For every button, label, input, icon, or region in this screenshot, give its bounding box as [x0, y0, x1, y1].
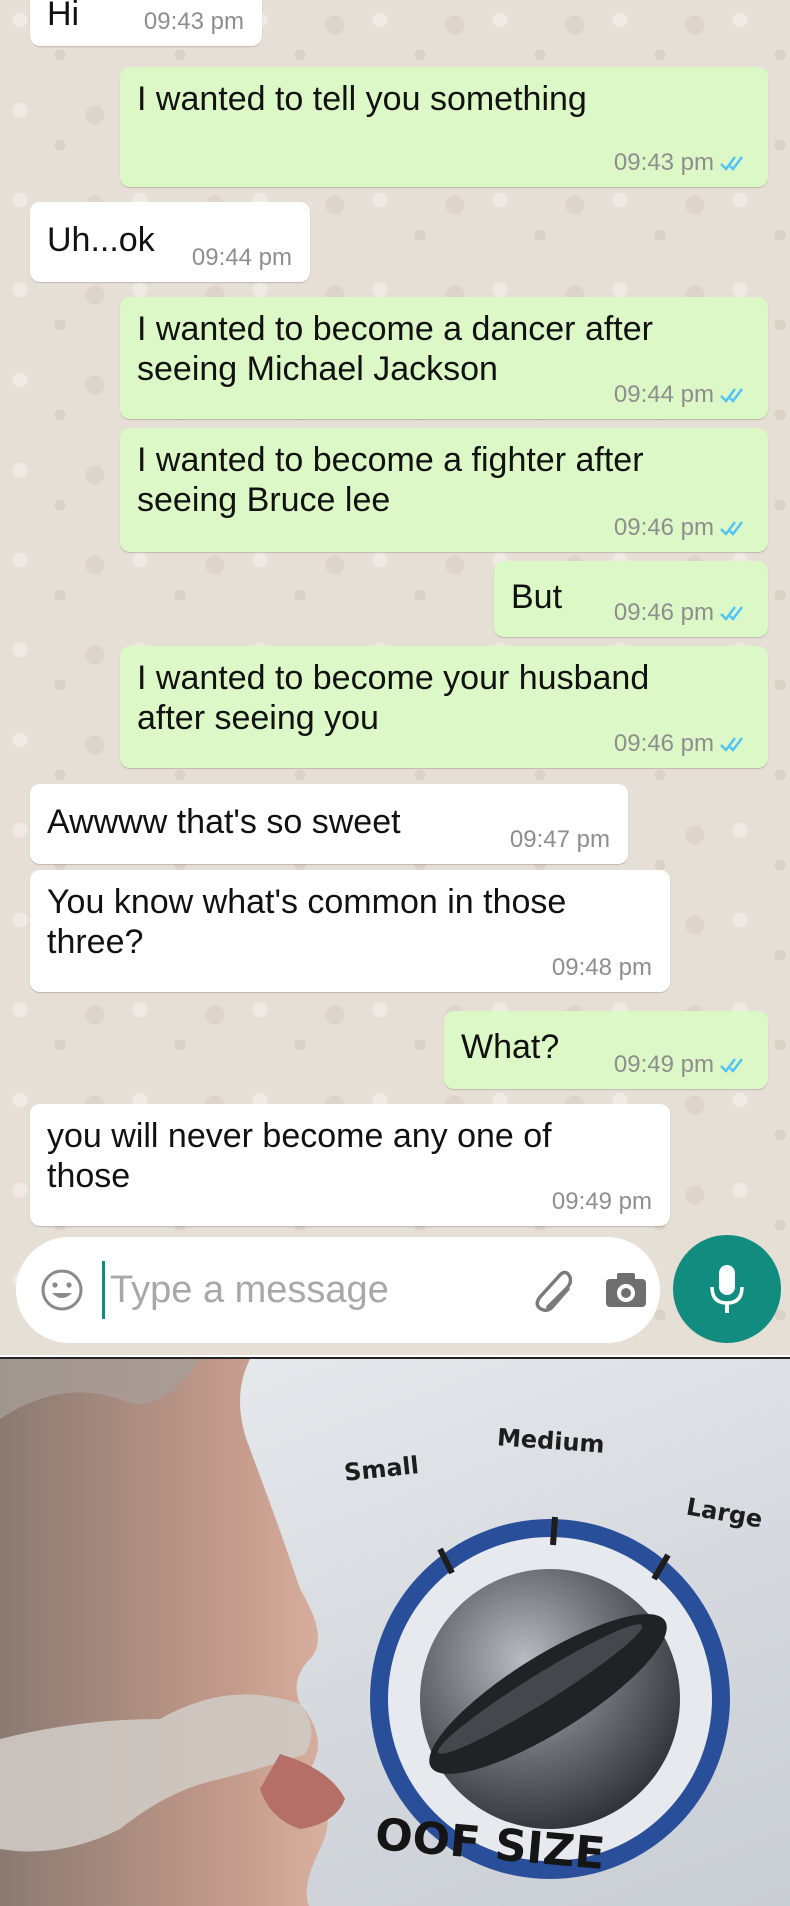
paperclip-icon[interactable] [526, 1265, 572, 1315]
chat-screen: Hi 09:43 pm I wanted to tell you somethi… [0, 0, 790, 1355]
message-bubble-outgoing[interactable]: I wanted to become a dancer after seeing… [120, 297, 768, 419]
message-bubble-incoming[interactable]: Awwww that's so sweet 09:47 pm [30, 784, 628, 864]
read-receipt-icon [720, 1053, 750, 1073]
message-time: 09:46 pm [614, 514, 750, 542]
message-bubble-incoming[interactable]: Hi 09:43 pm [30, 0, 262, 46]
microphone-button[interactable] [673, 1235, 781, 1343]
message-time: 09:43 pm [143, 8, 244, 35]
oof-size-meme-image: Small Medium Large OOF SIZE [0, 1357, 790, 1906]
message-text: Awwww that's so sweet [47, 803, 401, 841]
message-text: I wanted to tell you something [137, 80, 587, 118]
message-text: you will never become any one of those [47, 1117, 552, 1195]
message-text: What? [461, 1028, 560, 1066]
message-time: 09:44 pm [191, 244, 292, 271]
message-time: 09:44 pm [614, 381, 750, 409]
message-text: I wanted to become your husband after se… [137, 659, 650, 737]
microphone-icon [710, 1265, 744, 1313]
read-receipt-icon [720, 516, 750, 536]
message-time: 09:47 pm [509, 826, 610, 853]
message-time: 09:49 pm [551, 1188, 652, 1215]
emoji-icon[interactable] [40, 1268, 84, 1312]
message-bubble-outgoing[interactable]: I wanted to become your husband after se… [120, 646, 768, 768]
message-bubble-outgoing[interactable]: But 09:46 pm [494, 561, 768, 637]
message-text: Uh...ok [47, 221, 155, 259]
camera-icon[interactable] [604, 1271, 648, 1309]
message-text: You know what's common in those three? [47, 883, 567, 961]
message-text: But [511, 578, 563, 616]
message-composer [16, 1237, 660, 1343]
message-time: 09:46 pm [614, 730, 750, 758]
message-bubble-outgoing[interactable]: What? 09:49 pm [444, 1011, 768, 1089]
read-receipt-icon [720, 383, 750, 403]
message-bubble-incoming[interactable]: You know what's common in those three? 0… [30, 870, 670, 992]
read-receipt-icon [720, 732, 750, 752]
message-time: 09:46 pm [614, 599, 750, 627]
message-input[interactable] [110, 1257, 410, 1323]
message-bubble-outgoing[interactable]: I wanted to become a fighter after seein… [120, 428, 768, 552]
message-bubble-incoming[interactable]: you will never become any one of those 0… [30, 1104, 670, 1226]
read-receipt-icon [720, 151, 750, 171]
text-caret [102, 1261, 105, 1319]
message-time: 09:48 pm [551, 954, 652, 981]
message-bubble-outgoing[interactable]: I wanted to tell you something 09:43 pm [120, 67, 768, 187]
message-text: I wanted to become a fighter after seein… [137, 441, 644, 519]
message-time: 09:49 pm [614, 1051, 750, 1079]
message-text: I wanted to become a dancer after seeing… [137, 310, 653, 388]
message-text: Hi [47, 0, 80, 33]
read-receipt-icon [720, 601, 750, 621]
message-bubble-incoming[interactable]: Uh...ok 09:44 pm [30, 202, 310, 282]
message-time: 09:43 pm [614, 149, 750, 177]
